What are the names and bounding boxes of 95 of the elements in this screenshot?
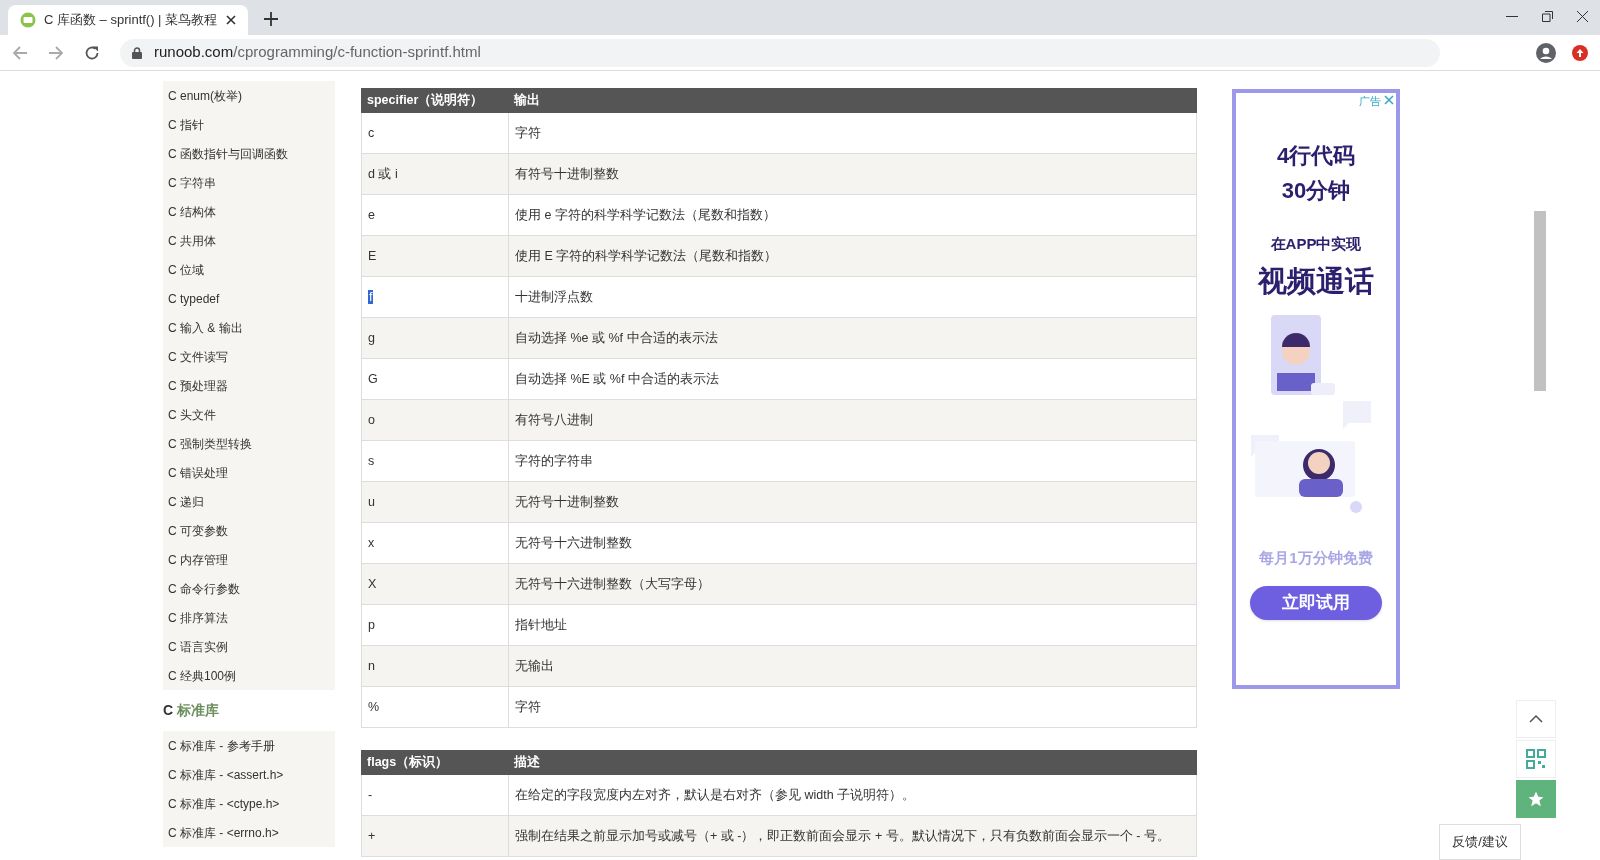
table-cell: 字符的字符串 — [508, 440, 1197, 482]
sidebar-link[interactable]: C 标准库 - <assert.h> — [168, 765, 284, 784]
table-cell: 自动选择 %E 或 %f 中合适的表示法 — [508, 358, 1197, 400]
sidebar-link[interactable]: C 可变参数 — [168, 521, 228, 540]
reload-icon[interactable] — [84, 44, 100, 61]
favorite-button[interactable] — [1516, 780, 1556, 818]
ad-text: 30分钟 — [1281, 177, 1351, 205]
table-cell: e — [361, 194, 509, 236]
table-cell: c — [361, 112, 509, 154]
try-now-button[interactable]: 立即试用 — [1250, 585, 1382, 620]
section-heading: 标准库 — [177, 701, 220, 720]
star-icon — [1527, 790, 1545, 808]
table-cell: 无符号十进制整数 — [508, 481, 1197, 523]
sidebar-link[interactable]: C 错误处理 — [168, 463, 228, 482]
table-cell: + — [361, 815, 509, 857]
sidebar-link[interactable]: C 语言实例 — [168, 637, 228, 656]
table-cell: G — [361, 358, 509, 400]
column-header: flags（标识） — [361, 750, 509, 775]
new-tab-icon[interactable] — [264, 12, 278, 26]
minimize-icon[interactable] — [1506, 15, 1518, 18]
table-cell: x — [361, 522, 509, 564]
back-to-top-button[interactable] — [1516, 700, 1556, 738]
table-cell: 使用 E 字符的科学科学记数法（尾数和指数） — [508, 235, 1197, 277]
table-cell: 十进制浮点数 — [508, 276, 1197, 318]
sidebar-link[interactable]: C 内存管理 — [168, 550, 228, 569]
sidebar-link[interactable]: C 头文件 — [168, 405, 216, 424]
page-icon — [20, 12, 36, 28]
scrollbar-thumb[interactable] — [1534, 211, 1546, 391]
table-cell: - — [361, 774, 509, 816]
lock-icon — [132, 46, 142, 59]
ad-text: 4行代码 — [1276, 142, 1356, 170]
sidebar-link[interactable]: C typedef — [168, 289, 220, 308]
update-icon[interactable] — [1572, 44, 1588, 61]
account-icon[interactable] — [1536, 42, 1556, 63]
ad-text: 在APP中实现 — [1270, 234, 1362, 254]
table-cell: 有符号八进制 — [508, 399, 1197, 441]
url-text: runoob.com/cprogramming/c-function-sprintf.html — [154, 42, 481, 63]
sidebar-link[interactable]: C 位域 — [168, 260, 204, 279]
table-cell: 指针地址 — [508, 604, 1197, 646]
sidebar-link[interactable]: C 标准库 - 参考手册 — [168, 736, 275, 755]
table-cell: d 或 i — [361, 153, 509, 195]
table-cell: X — [361, 563, 509, 605]
table-cell: 无输出 — [508, 645, 1197, 687]
sidebar-link[interactable]: C 共用体 — [168, 231, 216, 250]
table-cell: 使用 e 字符的科学科学记数法（尾数和指数） — [508, 194, 1197, 236]
close-icon[interactable] — [226, 15, 236, 25]
column-header: 描述 — [508, 750, 1197, 775]
sidebar-link[interactable]: C 函数指针与回调函数 — [168, 144, 288, 163]
table-cell: 强制在结果之前显示加号或减号（+ 或 -），即正数前面会显示 + 号。默认情况下，只有负数前面会显示一个 - 号。 — [508, 815, 1197, 857]
sidebar-link[interactable]: C 标准库 - <ctype.h> — [168, 794, 280, 813]
chevron-up-icon — [1529, 715, 1543, 723]
column-header: 输出 — [508, 88, 1197, 113]
table-cell: 无符号十六进制整数 — [508, 522, 1197, 564]
feedback-button[interactable]: 反馈/建议 — [1439, 824, 1521, 860]
sidebar-link[interactable]: C 字符串 — [168, 173, 216, 192]
sidebar-link[interactable]: C 预处理器 — [168, 376, 228, 395]
qr-code-button[interactable] — [1516, 740, 1556, 778]
table-cell: 有符号十进制整数 — [508, 153, 1197, 195]
ad-banner[interactable]: 广告 4行代码 30分钟 在APP中实现 视频通话 每月1万分钟免费 立即试用 — [1232, 89, 1400, 689]
sidebar-link[interactable]: C 命令行参数 — [168, 579, 240, 598]
table-cell: o — [361, 399, 509, 441]
close-icon[interactable] — [1577, 11, 1588, 22]
column-header: specifier（说明符） — [361, 88, 509, 113]
sidebar-link[interactable]: C 指针 — [168, 115, 204, 134]
table-cell: 在给定的字段宽度内左对齐，默认是右对齐（参见 width 子说明符）。 — [508, 774, 1197, 816]
sidebar-link[interactable]: C 强制类型转换 — [168, 434, 252, 453]
table-cell: n — [361, 645, 509, 687]
address-bar[interactable]: runoob.com/cprogramming/c-function-sprintf.html — [120, 38, 1440, 67]
sidebar-link[interactable]: C 排序算法 — [168, 608, 228, 627]
table-cell: g — [361, 317, 509, 359]
table-cell: 自动选择 %e 或 %f 中合适的表示法 — [508, 317, 1197, 359]
tab-title: C 库函数 – sprintf() | 菜鸟教程 — [44, 11, 218, 30]
table-cell: 无符号十六进制整数（大写字母） — [508, 563, 1197, 605]
table-cell: p — [361, 604, 509, 646]
table-cell: E — [361, 235, 509, 277]
sidebar-link[interactable]: C 文件读写 — [168, 347, 228, 366]
sidebar-link[interactable]: C 经典100例 — [168, 666, 237, 685]
browser-tab[interactable]: C 库函数 – sprintf() | 菜鸟教程 — [8, 5, 248, 35]
table-cell: 字符 — [508, 686, 1197, 728]
ad-label: 广告 — [1358, 93, 1382, 110]
sidebar-link[interactable]: C 输入 & 输出 — [168, 318, 243, 337]
qr-code-icon — [1526, 749, 1546, 769]
sidebar-link[interactable]: C 递归 — [168, 492, 204, 511]
ad-text: 每月1万分钟免费 — [1259, 548, 1373, 568]
table-cell: 字符 — [508, 112, 1197, 154]
table-cell: u — [361, 481, 509, 523]
table-cell: s — [361, 440, 509, 482]
sidebar-link[interactable]: C enum(枚举) — [168, 86, 242, 105]
table-cell: % — [361, 686, 509, 728]
section-prefix: C — [163, 701, 174, 720]
restore-icon[interactable] — [1542, 11, 1553, 22]
sidebar-link[interactable]: C 结构体 — [168, 202, 216, 221]
selected-text: f — [368, 289, 374, 304]
sidebar-link[interactable]: C 标准库 - <errno.h> — [168, 823, 279, 842]
ad-headline: 视频通话 — [1258, 263, 1374, 299]
